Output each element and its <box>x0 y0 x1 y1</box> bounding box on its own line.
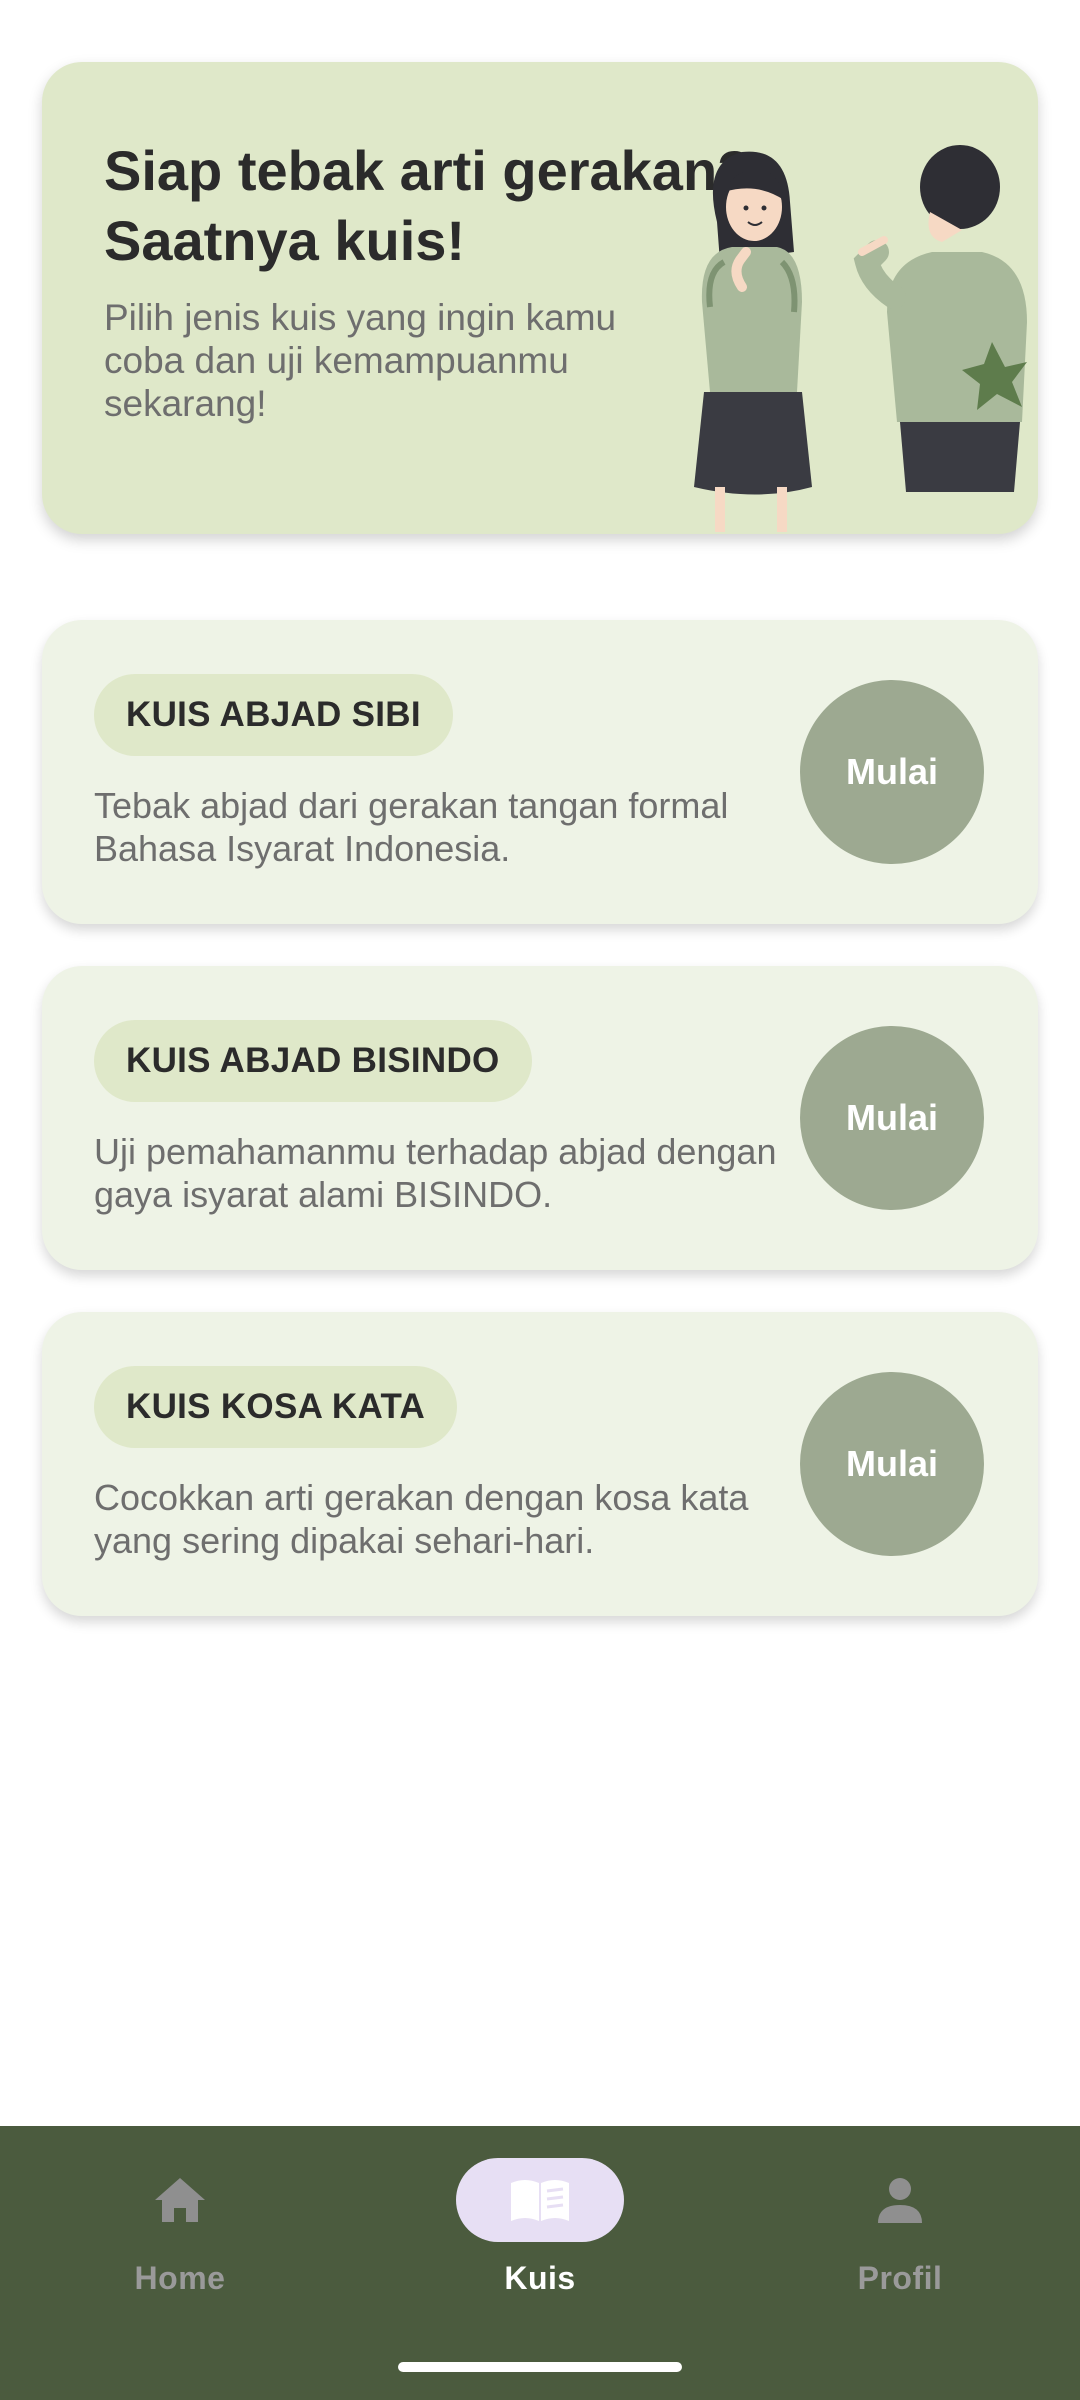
quiz-description: Cocokkan arti gerakan dengan kosa kata y… <box>94 1477 749 1561</box>
home-icon <box>155 2178 205 2222</box>
quiz-card-sibi[interactable]: KUIS ABJAD SIBI Tebak abjad dari gerakan… <box>42 620 1038 924</box>
quiz-description: Uji pemahamanmu terhadap abjad dengan ga… <box>94 1131 777 1215</box>
quiz-card-bisindo[interactable]: KUIS ABJAD BISINDO Uji pemahamanmu terha… <box>42 966 1038 1270</box>
home-indicator-bar[interactable] <box>398 2362 682 2372</box>
sign-language-illustration <box>694 145 1027 532</box>
quiz-card-kosa-kata[interactable]: KUIS KOSA KATA Cocokkan arti gerakan den… <box>42 1312 1038 1616</box>
nav-label-home: Home <box>134 2260 226 2296</box>
nav-label-kuis: Kuis <box>504 2260 576 2296</box>
quiz-title-badge: KUIS ABJAD BISINDO <box>94 1020 532 1102</box>
start-bisindo-quiz-button[interactable]: Mulai <box>800 1026 984 1210</box>
quiz-title-badge: KUIS ABJAD SIBI <box>94 674 453 756</box>
bottom-navigation: Home Kuis Profil <box>0 2126 1080 2400</box>
nav-label-profil: Profil <box>857 2260 943 2296</box>
hero-card: Siap tebak arti gerakan? Saatnya kuis! P… <box>42 62 1038 534</box>
nav-item-home[interactable]: Home <box>50 2158 310 2318</box>
start-kosa-kata-quiz-button[interactable]: Mulai <box>800 1372 984 1556</box>
quiz-title-badge: KUIS KOSA KATA <box>94 1366 458 1448</box>
nav-icon-container <box>96 2158 264 2242</box>
nav-item-profil[interactable]: Profil <box>770 2158 1030 2318</box>
quiz-description: Tebak abjad dari gerakan tangan formal B… <box>94 785 729 869</box>
nav-item-kuis[interactable]: Kuis <box>410 2158 670 2318</box>
hero-subtitle: Pilih jenis kuis yang ingin kamu coba da… <box>104 297 617 424</box>
person-icon <box>878 2178 922 2223</box>
nav-icon-container <box>456 2158 624 2242</box>
quiz-screen: Siap tebak arti gerakan? Saatnya kuis! P… <box>0 0 1080 2400</box>
start-sibi-quiz-button[interactable]: Mulai <box>800 680 984 864</box>
book-icon <box>511 2180 569 2221</box>
nav-icon-container <box>816 2158 984 2242</box>
